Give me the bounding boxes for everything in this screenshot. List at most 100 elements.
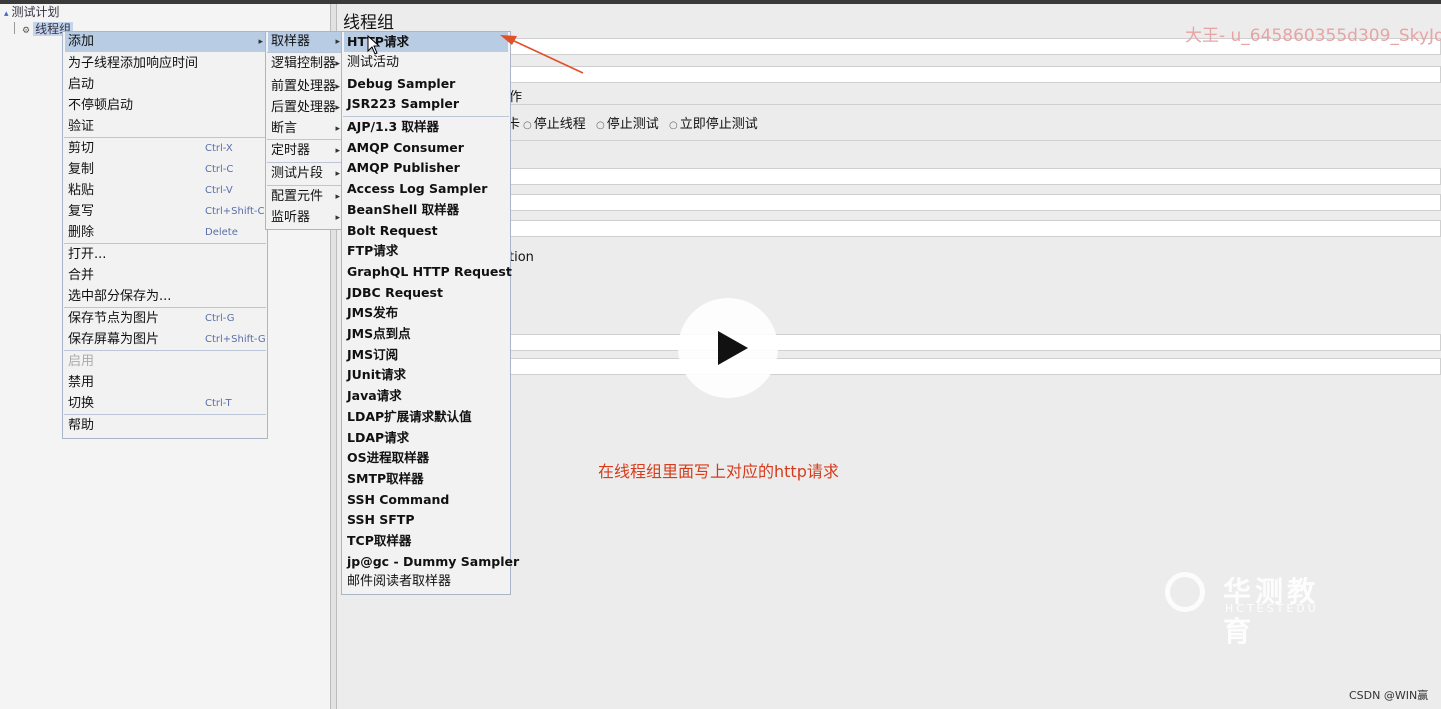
menu-shortcut: Ctrl-C <box>205 164 234 175</box>
menu-separator <box>64 307 266 308</box>
menu-item-validate[interactable]: 验证 <box>65 117 265 137</box>
submenu-item-assertion[interactable]: 断言 ▸ <box>268 119 342 139</box>
sampler-item[interactable]: JMS点到点 <box>344 324 508 344</box>
menu-item-duplicate[interactable]: 复写 Ctrl+Shift-C <box>65 202 265 222</box>
play-icon <box>718 331 748 365</box>
radio-stop-test[interactable]: ○ 停止测试 <box>596 113 659 132</box>
menu-item-cut[interactable]: 剪切 Ctrl-X <box>65 139 265 159</box>
menu-separator <box>267 162 343 163</box>
sampler-item[interactable]: GraphQL HTTP Request <box>344 262 512 282</box>
chevron-right-icon: ▸ <box>335 103 340 113</box>
sampler-item[interactable]: SSH SFTP <box>344 510 508 530</box>
sampler-item[interactable]: AMQP Consumer <box>344 138 508 158</box>
chevron-right-icon: ▸ <box>335 146 340 156</box>
divider <box>507 104 1441 105</box>
annotation-text: 在线程组里面写上对应的http请求 <box>598 462 839 481</box>
menu-separator <box>64 137 266 138</box>
sampler-item[interactable]: JMS发布 <box>344 303 508 323</box>
submenu-item-test-fragment[interactable]: 测试片段 ▸ <box>268 164 342 184</box>
menu-separator <box>64 243 266 244</box>
sampler-item[interactable]: LDAP请求 <box>344 428 508 448</box>
sampler-item[interactable]: JSR223 Sampler <box>344 94 508 114</box>
menu-item-toggle[interactable]: 切换 Ctrl-T <box>65 394 265 414</box>
sampler-item[interactable]: JUnit请求 <box>344 365 508 385</box>
sampler-item[interactable]: TCP取样器 <box>344 531 508 551</box>
sampler-item[interactable]: JMS订阅 <box>344 345 508 365</box>
menu-shortcut: Ctrl-G <box>205 313 235 324</box>
brand-logo: 华测教育 HCTESTEDU <box>1165 566 1345 648</box>
menu-separator <box>64 350 266 351</box>
submenu-item-pre-processor[interactable]: 前置处理器 ▸ <box>268 77 342 97</box>
page-title: 线程组 <box>343 13 394 33</box>
sampler-item[interactable]: 邮件阅读者取样器 <box>344 572 508 592</box>
sampler-item[interactable]: AJP/1.3 取样器 <box>344 117 508 137</box>
chevron-right-icon: ▸ <box>335 82 340 92</box>
sampler-item[interactable]: AMQP Publisher <box>344 158 508 178</box>
submenu-item-post-processor[interactable]: 后置处理器 ▸ <box>268 98 342 118</box>
menu-item-open[interactable]: 打开... <box>65 245 265 265</box>
menu-item-add[interactable]: 添加 ▸ <box>65 32 265 52</box>
option-label: tion <box>509 250 534 265</box>
video-play-button[interactable] <box>678 298 778 398</box>
sampler-item[interactable]: OS进程取样器 <box>344 448 508 468</box>
menu-shortcut: Ctrl-X <box>205 143 233 154</box>
ramp-up-field[interactable] <box>507 194 1441 211</box>
chevron-right-icon: ▸ <box>335 192 340 202</box>
menu-item-delete[interactable]: 删除 Delete <box>65 223 265 243</box>
tree-node-test-plan[interactable]: ▴ 测试计划 <box>4 4 60 20</box>
sampler-item[interactable]: 测试活动 <box>344 53 508 73</box>
sampler-item[interactable]: JDBC Request <box>344 283 508 303</box>
sampler-item[interactable]: FTP请求 <box>344 241 508 261</box>
menu-item-enable: 启用 <box>68 354 95 369</box>
submenu-item-logic-controller[interactable]: 逻辑控制器 ▸ <box>268 54 342 74</box>
menu-item-copy[interactable]: 复制 Ctrl-C <box>65 160 265 180</box>
threads-field[interactable] <box>507 168 1441 185</box>
sampler-item[interactable]: Bolt Request <box>344 221 508 241</box>
sampler-item[interactable]: Access Log Sampler <box>344 179 508 199</box>
comment-field[interactable] <box>507 66 1441 83</box>
sampler-item[interactable]: SMTP取样器 <box>344 469 508 489</box>
tree-connector <box>14 22 15 34</box>
submenu-item-listener[interactable]: 监听器 ▸ <box>268 208 342 228</box>
menu-separator <box>267 139 343 140</box>
chevron-right-icon: ▸ <box>335 37 340 47</box>
menu-item-help[interactable]: 帮助 <box>65 416 265 436</box>
test-plan-icon: ▴ <box>4 9 9 19</box>
menu-separator <box>343 116 509 117</box>
menu-shortcut: Ctrl+Shift-C <box>205 206 265 217</box>
menu-item-save-selection-as[interactable]: 选中部分保存为... <box>65 287 265 307</box>
menu-shortcut: Ctrl-V <box>205 185 233 196</box>
duration-field[interactable] <box>507 334 1441 351</box>
submenu-item-sampler[interactable]: 取样器 ▸ <box>268 32 342 52</box>
sampler-item[interactable]: Java请求 <box>344 386 508 406</box>
submenu-item-config-element[interactable]: 配置元件 ▸ <box>268 187 342 207</box>
sampler-item[interactable]: LDAP扩展请求默认值 <box>344 407 508 427</box>
delay-field[interactable] <box>507 358 1441 375</box>
submenu-item-timer[interactable]: 定时器 ▸ <box>268 141 342 161</box>
sampler-item[interactable]: SSH Command <box>344 490 508 510</box>
context-menu: 添加 ▸ 为子线程添加响应时间 启动 不停顿启动 验证 剪切 Ctrl-X 复制 Ctrl-C 粘贴… <box>62 31 268 439</box>
menu-item-save-node-as-image[interactable]: 保存节点为图片 Ctrl-G <box>65 309 265 329</box>
menu-separator <box>267 52 343 53</box>
menu-item-start-no-pauses[interactable]: 不停顿启动 <box>65 96 265 116</box>
sampler-item[interactable]: BeanShell 取样器 <box>344 200 508 220</box>
menu-shortcut: Ctrl-T <box>205 398 232 409</box>
sampler-item[interactable]: Debug Sampler <box>344 74 508 94</box>
loop-count-field[interactable] <box>507 220 1441 237</box>
radio-icon: ○ <box>596 120 605 131</box>
radio-stop-thread[interactable]: ○ 停止线程 <box>523 113 586 132</box>
menu-separator <box>64 414 266 415</box>
radio-stop-test-now[interactable]: ○ 立即停止测试 <box>669 113 758 132</box>
menu-item-save-screen-as-image[interactable]: 保存屏幕为图片 Ctrl+Shift-G <box>65 330 266 350</box>
brand-logo-icon <box>1165 572 1205 612</box>
menu-item-paste[interactable]: 粘贴 Ctrl-V <box>65 181 265 201</box>
sampler-item[interactable]: jp@gc - Dummy Sampler <box>344 552 519 572</box>
menu-item-add-response-time[interactable]: 为子线程添加响应时间 <box>65 54 265 74</box>
chevron-right-icon: ▸ <box>335 213 340 223</box>
menu-item-start[interactable]: 启动 <box>65 75 265 95</box>
sampler-submenu: HTTP请求 测试活动 Debug Sampler JSR223 Sampler AJP… <box>341 31 519 595</box>
menu-item-disable[interactable]: 禁用 <box>65 373 265 393</box>
radio-icon: ○ <box>523 120 532 131</box>
menu-item-merge[interactable]: 合并 <box>65 266 265 286</box>
watermark: 大王- u_645860355d309_SkyJd <box>1185 26 1441 46</box>
